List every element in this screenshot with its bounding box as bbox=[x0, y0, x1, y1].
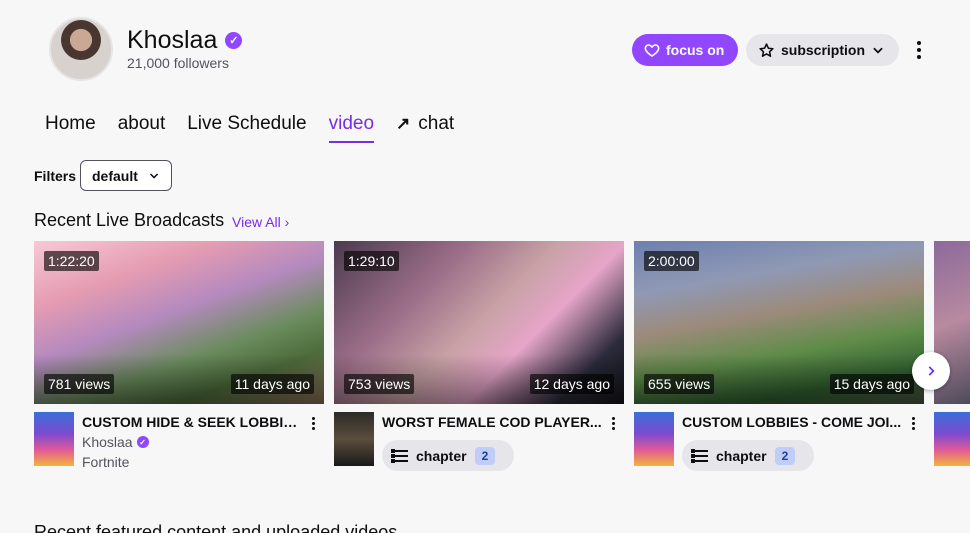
game-box-art[interactable] bbox=[334, 412, 374, 466]
category-link[interactable]: Fortnite bbox=[82, 454, 129, 470]
carousel-next-button[interactable] bbox=[912, 352, 950, 390]
list-icon bbox=[691, 448, 708, 463]
tab-videos[interactable]: video bbox=[328, 113, 375, 143]
tab-about-label: about bbox=[117, 113, 166, 134]
follower-count: 21,000 followers bbox=[127, 55, 229, 71]
game-box-art[interactable] bbox=[34, 412, 74, 466]
channel-tabs: Home about Live Schedule video ↗ chat bbox=[45, 113, 476, 143]
follow-button-label: focus on bbox=[666, 42, 725, 58]
tab-chat[interactable]: ↗ chat bbox=[396, 113, 454, 143]
chevron-down-icon bbox=[873, 47, 883, 54]
video-card[interactable]: 1:29:10 753 views 12 days ago WORST FEMA… bbox=[334, 241, 624, 471]
video-card[interactable]: 2:00:00 655 views 15 days ago CUSTOM LOB… bbox=[634, 241, 924, 471]
chapters-button[interactable]: chapter 2 bbox=[382, 440, 514, 471]
chapters-count: 2 bbox=[474, 446, 496, 465]
streamer-name[interactable]: Khoslaa ✓ bbox=[82, 434, 149, 450]
filters-label: Filters bbox=[34, 168, 77, 184]
tab-home[interactable]: Home bbox=[45, 113, 96, 143]
views-badge: 781 views bbox=[44, 374, 115, 394]
video-title[interactable]: WORST FEMALE COD PLAYER... bbox=[382, 414, 604, 430]
video-more-icon[interactable] bbox=[909, 414, 917, 432]
filter-selected-value: default bbox=[92, 167, 138, 184]
chapters-count: 2 bbox=[774, 446, 796, 465]
video-thumbnail[interactable]: 2:00:00 655 views 15 days ago bbox=[634, 241, 924, 404]
external-arrow-icon: ↗ bbox=[396, 114, 411, 133]
channel-name-text: Khoslaa bbox=[127, 26, 218, 54]
duration-badge: 2:00:00 bbox=[644, 251, 699, 271]
chevron-down-icon bbox=[149, 173, 159, 179]
section-title-secondary: Recent featured content and uploaded vid… bbox=[34, 522, 398, 533]
game-box-art[interactable] bbox=[634, 412, 674, 466]
video-title[interactable]: CUSTOM LOBBIES - COME JOI... bbox=[682, 414, 904, 430]
age-badge: 11 days ago bbox=[230, 374, 314, 394]
age-badge: 12 days ago bbox=[529, 374, 614, 394]
tab-schedule-label: Live Schedule bbox=[187, 113, 307, 134]
follow-button[interactable]: focus on bbox=[632, 34, 738, 66]
heart-icon bbox=[644, 44, 660, 57]
chapters-button[interactable]: chapter 2 bbox=[682, 440, 814, 471]
views-badge: 753 views bbox=[344, 374, 415, 394]
channel-name: Khoslaa ✓ bbox=[127, 26, 243, 55]
subscribe-button[interactable]: subscription bbox=[746, 34, 899, 66]
verified-badge-icon: ✓ bbox=[136, 436, 149, 448]
video-thumbnail[interactable]: 1:22:20 781 views 11 days ago bbox=[34, 241, 324, 404]
more-options-icon[interactable] bbox=[911, 38, 927, 62]
video-more-icon[interactable] bbox=[309, 414, 317, 432]
streamer-name-text: Khoslaa bbox=[82, 434, 133, 450]
channel-avatar[interactable] bbox=[49, 17, 113, 81]
tab-videos-label: video bbox=[328, 113, 375, 134]
chapters-label: chapter bbox=[716, 447, 767, 464]
duration-badge: 1:22:20 bbox=[44, 251, 99, 271]
chevron-right-icon bbox=[928, 366, 935, 376]
video-thumbnail[interactable]: 1:29:10 753 views 12 days ago bbox=[334, 241, 624, 404]
tab-schedule[interactable]: Live Schedule bbox=[187, 113, 306, 143]
game-box-art-partial[interactable] bbox=[934, 412, 970, 466]
subscribe-button-label: subscription bbox=[781, 42, 866, 58]
chapters-label: chapter bbox=[416, 447, 467, 464]
section-title: Recent Live Broadcasts bbox=[34, 210, 225, 230]
view-all-link[interactable]: View All › bbox=[232, 214, 289, 230]
view-all-label: View All bbox=[232, 214, 281, 230]
tab-home-label: Home bbox=[45, 113, 96, 134]
duration-badge: 1:29:10 bbox=[344, 251, 399, 271]
verified-badge-icon: ✓ bbox=[225, 32, 243, 49]
views-badge: 655 views bbox=[644, 374, 715, 394]
video-card[interactable]: 1:22:20 781 views 11 days ago CUSTOM HID… bbox=[34, 241, 324, 470]
video-more-icon[interactable] bbox=[609, 414, 617, 432]
age-badge: 15 days ago bbox=[829, 374, 914, 394]
filter-dropdown[interactable]: default bbox=[80, 160, 172, 191]
tab-about[interactable]: about bbox=[118, 113, 166, 143]
video-title[interactable]: CUSTOM HIDE & SEEK LOBBIE... bbox=[82, 414, 304, 430]
tab-chat-label: chat bbox=[418, 113, 455, 134]
list-icon bbox=[391, 448, 408, 463]
star-icon bbox=[759, 42, 774, 57]
